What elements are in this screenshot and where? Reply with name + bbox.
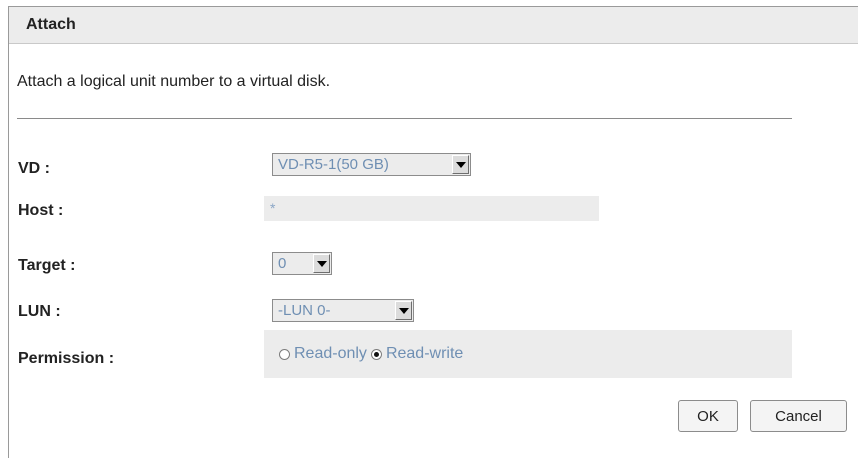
read-write-radio[interactable] [370,348,382,360]
vd-select-value: VD-R5-1(50 GB) [278,156,389,173]
lun-dropdown-button[interactable] [395,301,412,320]
target-label: Target : [18,257,76,274]
dialog-description: Attach a logical unit number to a virtua… [17,73,331,90]
target-dropdown-button[interactable] [313,254,330,273]
read-only-radio[interactable] [279,348,290,360]
dialog-title: Attach [9,7,858,44]
chevron-down-icon [316,260,327,267]
target-select-value: 0 [278,255,287,272]
vd-label: VD : [18,160,50,177]
host-field[interactable]: * [264,196,599,221]
chevron-down-icon [455,161,466,168]
host-label: Host : [18,202,64,219]
read-only-option[interactable]: Read-only [279,345,367,363]
read-write-label: Read-write [385,345,464,362]
read-only-label: Read-only [294,345,367,362]
ok-button[interactable]: OK [678,400,738,432]
separator [17,118,792,119]
lun-select-value: -LUN 0- [278,302,331,319]
vd-dropdown-button[interactable] [452,155,469,174]
cancel-button[interactable]: Cancel [750,400,847,432]
chevron-down-icon [398,307,409,314]
permission-label: Permission : [18,350,115,367]
lun-select[interactable]: -LUN 0- [272,299,414,322]
lun-label: LUN : [18,303,61,320]
vd-select[interactable]: VD-R5-1(50 GB) [272,153,471,176]
permission-group: Read-only Read-write [264,330,792,378]
read-write-option[interactable]: Read-write [370,345,464,363]
target-select[interactable]: 0 [272,252,332,275]
